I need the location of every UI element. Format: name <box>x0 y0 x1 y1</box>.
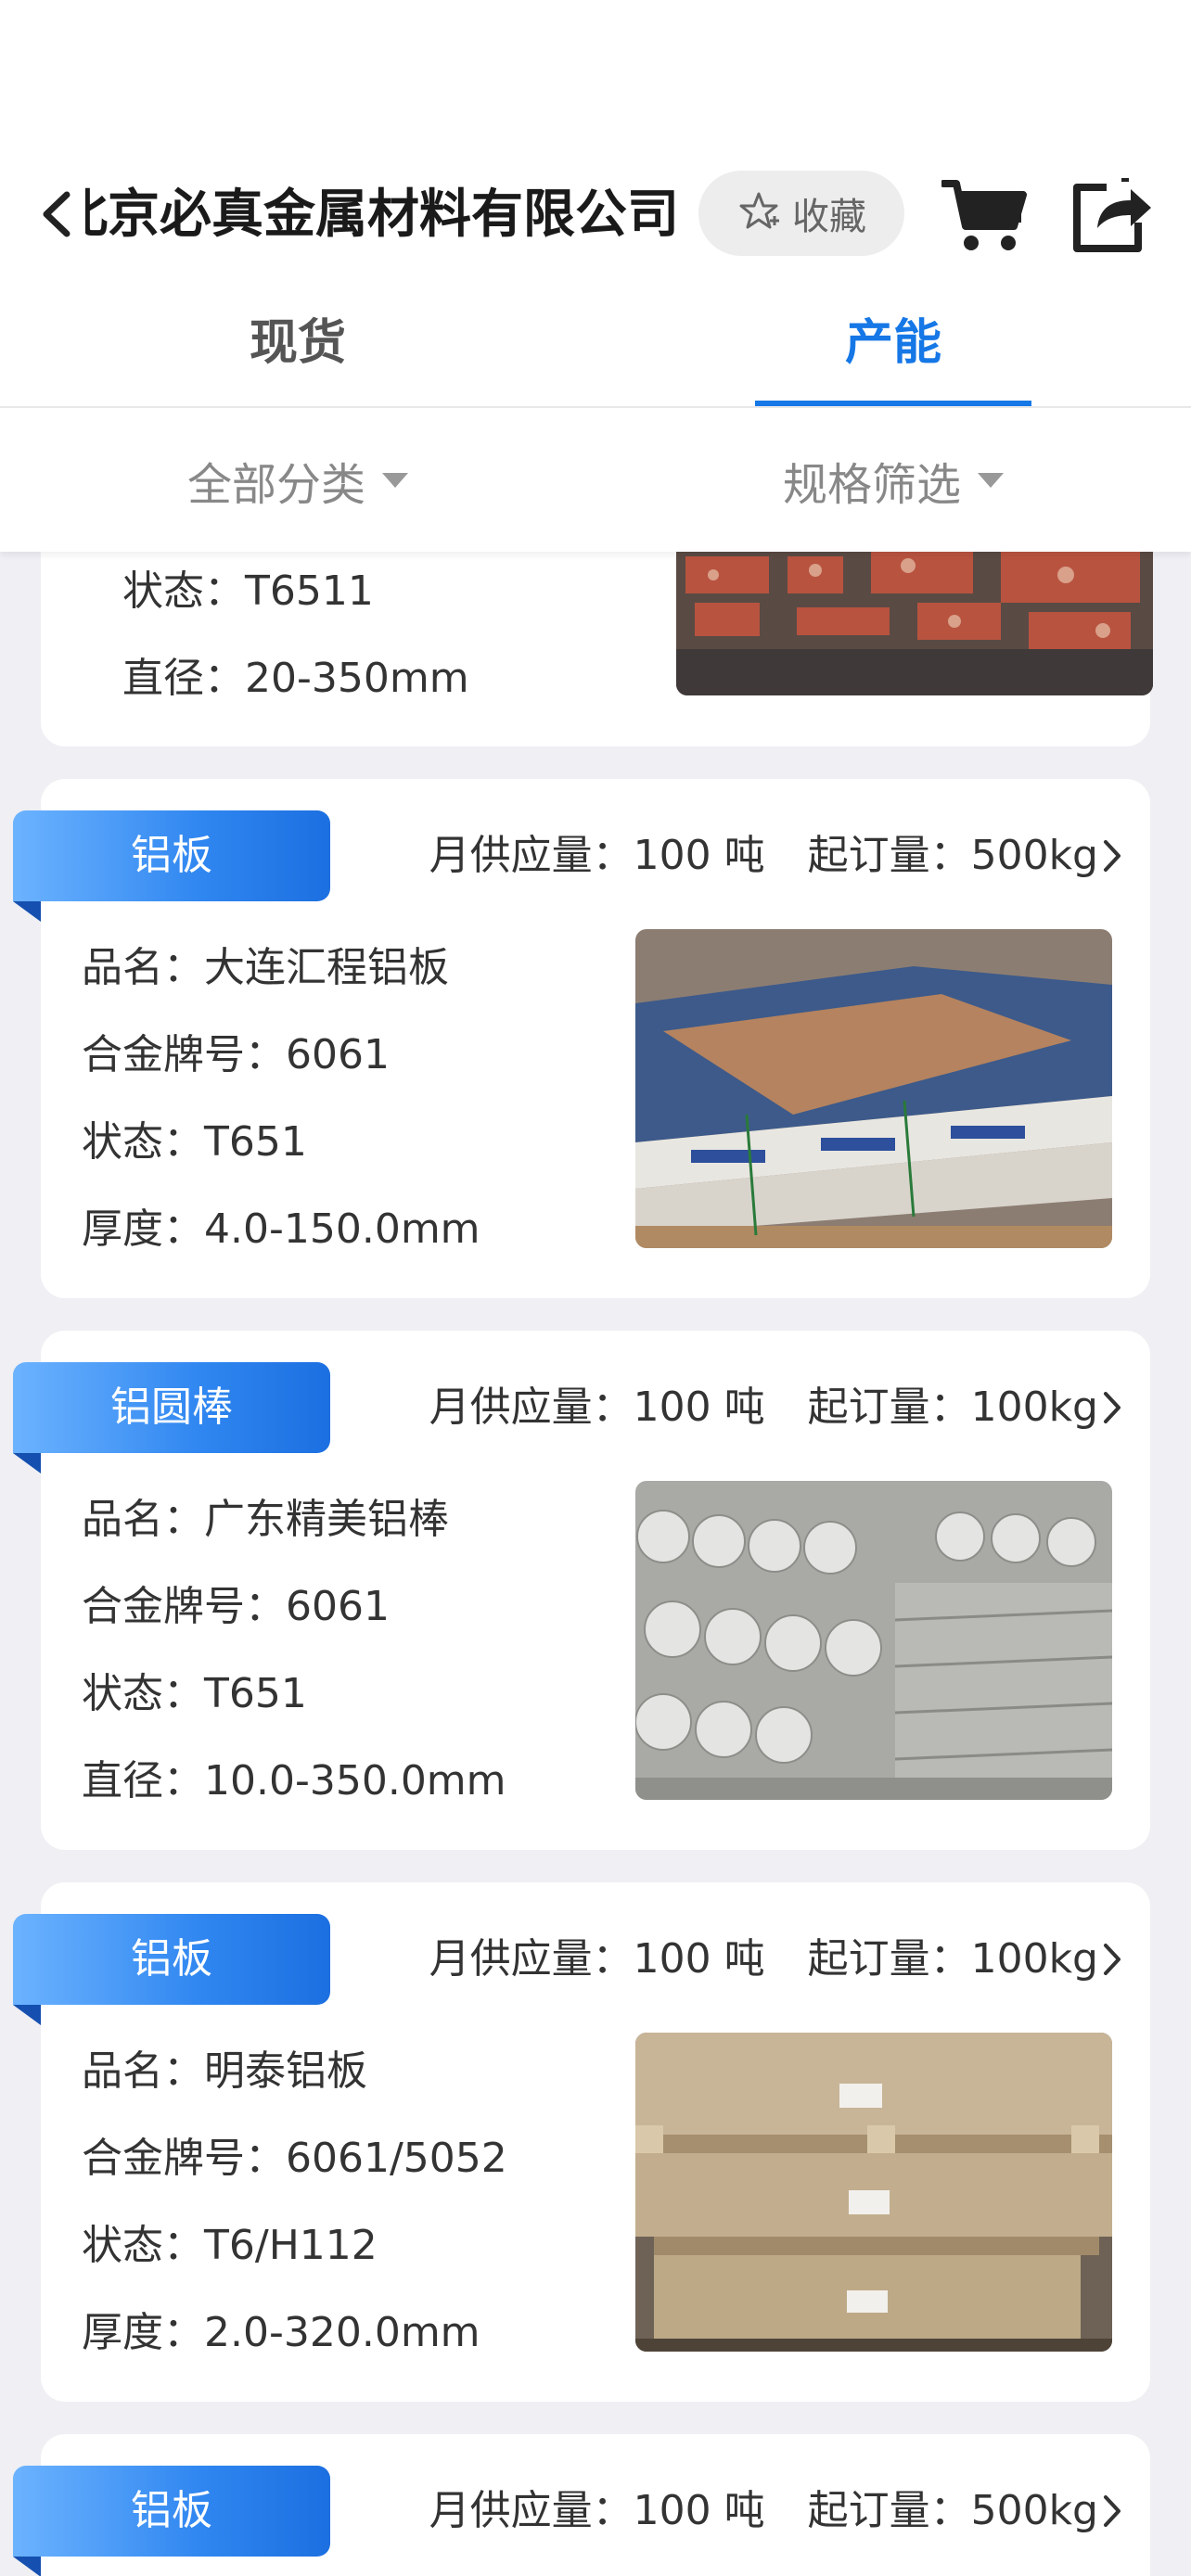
supply-info: 月供应量：100 吨起订量：500kg <box>429 2487 1098 2534</box>
chevron-right-icon[interactable] <box>1098 810 1126 901</box>
attr-diameter: 直径：20-350mm <box>122 655 469 702</box>
spec-filter-label: 规格筛选 <box>782 458 961 511</box>
product-image[interactable] <box>635 1481 1112 1800</box>
chevron-right-icon[interactable] <box>1098 1914 1126 2005</box>
chevron-left-icon[interactable] <box>32 184 83 245</box>
favorite-button[interactable]: 收藏 <box>698 171 904 256</box>
chevron-right-icon[interactable] <box>1098 1362 1126 1453</box>
ribbon-fold <box>13 2557 41 2576</box>
ribbon-fold <box>13 901 41 922</box>
tab-spot-stock[interactable]: 现货 <box>0 287 596 406</box>
category-filter-label: 全部分类 <box>186 458 365 511</box>
attr-thickness: 厚度：2.0-320.0mm <box>82 2309 480 2356</box>
attr-status: 状态：T651 <box>82 1670 307 1717</box>
supply-info: 月供应量：100 吨起订量：500kg <box>429 832 1098 879</box>
product-image[interactable] <box>635 2033 1112 2352</box>
product-image[interactable] <box>635 929 1112 1248</box>
cart-icon[interactable] <box>940 174 1027 254</box>
nav-bar: 北京必真金属材料有限公司 收藏 <box>0 159 1191 271</box>
filter-bar: 全部分类 规格筛选 <box>0 408 1191 552</box>
supply-info: 月供应量：100 吨起订量：100kg <box>429 1384 1098 1431</box>
category-ribbon: 铝板 <box>13 810 330 901</box>
category-ribbon: 铝板 <box>13 1914 330 2005</box>
chevron-right-icon[interactable] <box>1098 2466 1126 2557</box>
attr-name: 品名：明泰铝板 <box>82 2047 367 2095</box>
attr-diameter: 直径：10.0-350.0mm <box>82 1757 506 1804</box>
category-ribbon: 铝板 <box>13 2466 330 2557</box>
spec-filter[interactable]: 规格筛选 <box>596 408 1191 552</box>
attr-alloy: 合金牌号：6061/5052 <box>82 2135 507 2182</box>
tab-capacity[interactable]: 产能 <box>596 287 1191 406</box>
caret-down-icon <box>978 472 1004 488</box>
category-ribbon: 铝圆棒 <box>13 1362 330 1453</box>
attr-alloy: 合金牌号：6061 <box>82 1031 390 1078</box>
favorite-label: 收藏 <box>792 196 866 238</box>
ribbon-fold <box>13 1453 41 1473</box>
share-icon[interactable] <box>1069 174 1155 254</box>
header: 北京必真金属材料有限公司 收藏 现货 产能 <box>0 0 1191 408</box>
attr-name: 品名：广东精美铝棒 <box>82 1496 449 1543</box>
attr-status: 状态：T651 <box>82 1118 307 1166</box>
attr-thickness: 厚度：4.0-150.0mm <box>82 1205 480 1253</box>
star-plus-icon <box>736 189 781 237</box>
caret-down-icon <box>382 472 408 488</box>
tab-bar: 现货 产能 <box>0 287 1191 408</box>
category-filter[interactable]: 全部分类 <box>0 408 596 552</box>
active-tab-indicator <box>755 401 1031 406</box>
supply-info: 月供应量：100 吨起订量：100kg <box>429 1935 1098 1983</box>
attr-alloy: 合金牌号：6061 <box>82 1583 390 1630</box>
shop-title: 北京必真金属材料有限公司 <box>85 185 679 245</box>
attr-name: 品名：大连汇程铝板 <box>82 944 449 991</box>
attr-status: 状态：T6511 <box>122 567 374 615</box>
ribbon-fold <box>13 2005 41 2025</box>
attr-status: 状态：T6/H112 <box>82 2222 378 2269</box>
